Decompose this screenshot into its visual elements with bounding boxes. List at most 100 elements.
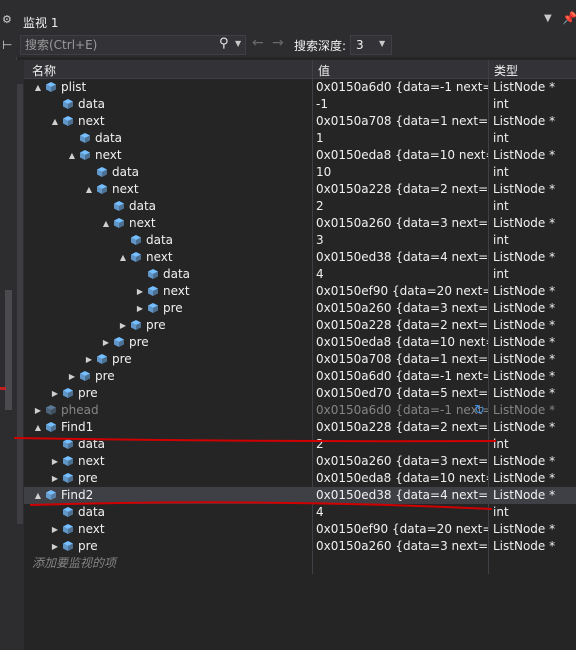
expand-arrow-icon[interactable]: ▶ [83, 351, 95, 368]
arrow-right-icon[interactable]: → [272, 35, 284, 51]
watch-name-cell[interactable]: ▲ next [24, 147, 354, 164]
watch-row[interactable]: data 4 int [24, 504, 576, 521]
watch-row[interactable]: data 4 int [24, 266, 576, 283]
expand-arrow-icon[interactable]: ▶ [49, 521, 61, 538]
watch-value[interactable]: 0x0150a260 {data=3 next=0x01... [316, 300, 488, 317]
watch-row[interactable]: data 1 int [24, 130, 576, 147]
watch-row[interactable]: ▶ pre 0x0150a708 {data=1 next=0x01... ListN… [24, 351, 576, 368]
watch-value[interactable]: 0x0150eda8 {data=10 next=0x... [316, 470, 488, 487]
watch-value[interactable]: 4 [316, 266, 488, 283]
watch-row[interactable]: ▶ pre 0x0150a260 {data=3 next=0x01... ListN… [24, 538, 576, 555]
watch-row[interactable]: ▲ Find2 0x0150ed38 {data=4 next=0x0... List… [24, 487, 576, 504]
watch-value[interactable]: 0x0150ed38 {data=4 next=0x0... [316, 487, 488, 504]
watch-value[interactable]: 0x0150a708 {data=1 next=0x01... [316, 351, 488, 368]
strip-scrollbar[interactable] [5, 290, 12, 410]
watch-value[interactable]: 3 [316, 232, 488, 249]
watch-name-cell[interactable]: ▲ plist [24, 79, 320, 96]
watch-name-cell[interactable]: ▶ pre [24, 385, 337, 402]
watch-row[interactable]: ▲ next 0x0150eda8 {data=10 next=0x... ListN… [24, 147, 576, 164]
watch-value[interactable]: 2 [316, 198, 488, 215]
expand-arrow-icon[interactable]: ▶ [117, 317, 129, 334]
expand-arrow-icon[interactable]: ▶ [134, 300, 146, 317]
expand-arrow-icon[interactable]: ▶ [49, 538, 61, 555]
expand-arrow-icon[interactable]: ▶ [49, 385, 61, 402]
watch-row[interactable]: data 3 int [24, 232, 576, 249]
expand-arrow-icon[interactable]: ▶ [49, 470, 61, 487]
watch-row[interactable]: data 10 int [24, 164, 576, 181]
window-menu-dropdown-icon[interactable]: ▼ [544, 13, 552, 24]
column-header-value[interactable]: 值 [318, 62, 330, 79]
watch-name-cell[interactable]: ▶ next [24, 521, 337, 538]
watch-row[interactable]: ▶ pre 0x0150eda8 {data=10 next=0x... ListNo… [24, 470, 576, 487]
watch-value[interactable]: 0x0150ed38 {data=4 next=0x0... [316, 249, 488, 266]
collapse-arrow-icon[interactable]: ▲ [32, 419, 44, 436]
watch-value[interactable]: 0x0150a6d0 {data=-1 next=... [316, 402, 488, 419]
watch-row[interactable]: ▶ next 0x0150a260 {data=3 next=0x01... List… [24, 453, 576, 470]
watch-row[interactable]: ▶ pre 0x0150a260 {data=3 next=0x01... ListN… [24, 300, 576, 317]
watch-row[interactable]: ▲ plist 0x0150a6d0 {data=-1 next=0x0... Lis… [24, 79, 576, 96]
watch-value[interactable]: 0x0150eda8 {data=10 next=0x... [316, 334, 488, 351]
watch-value[interactable]: 0x0150a260 {data=3 next=0x01... [316, 215, 488, 232]
collapse-arrow-icon[interactable]: ▲ [117, 249, 129, 266]
collapse-arrow-icon[interactable]: ▲ [49, 113, 61, 130]
watch-value[interactable]: 0x0150a260 {data=3 next=0x01... [316, 453, 488, 470]
watch-row[interactable]: ▶ pre 0x0150eda8 {data=10 next=0x... ListNo… [24, 334, 576, 351]
search-options-dropdown-icon[interactable]: ▼ [235, 39, 241, 48]
watch-row[interactable]: ▲ next 0x0150ed38 {data=4 next=0x0... ListN… [24, 249, 576, 266]
watch-name-cell[interactable]: data [24, 436, 337, 453]
collapse-arrow-icon[interactable]: ▲ [32, 79, 44, 96]
watch-name-cell[interactable]: ▲ Find2 [24, 487, 320, 504]
watch-row[interactable]: ▲ Find1 0x0150a228 {data=2 next=0x01... Lis… [24, 419, 576, 436]
watch-value[interactable]: 0x0150a228 {data=2 next=0x01... [316, 419, 488, 436]
watch-value[interactable]: 0x0150ef90 {data=20 next=0x0... [316, 283, 488, 300]
column-header-name[interactable]: 名称 [32, 62, 56, 79]
watch-name-cell[interactable]: data [24, 504, 337, 521]
watch-row[interactable]: ▶ next 0x0150ef90 {data=20 next=0x0... List… [24, 521, 576, 538]
watch-row[interactable]: ▶ pre 0x0150a228 {data=2 next=0x01... ListN… [24, 317, 576, 334]
watch-name-cell[interactable]: ▶ pre [24, 538, 337, 555]
expand-arrow-icon[interactable]: ▶ [66, 368, 78, 385]
split-icon[interactable]: ⊢ [2, 38, 12, 52]
watch-name-cell[interactable]: data [24, 96, 337, 113]
watch-row[interactable]: data -1 int [24, 96, 576, 113]
watch-value[interactable]: 0x0150a708 {data=1 next=0x01... [316, 113, 488, 130]
add-watch-item[interactable]: 添加要监视的项 [24, 555, 576, 572]
watch-value[interactable]: 0x0150a228 {data=2 next=0x01... [316, 181, 488, 198]
collapse-arrow-icon[interactable]: ▲ [100, 215, 112, 232]
watch-value[interactable]: 10 [316, 164, 488, 181]
refresh-icon[interactable]: ↻ [474, 402, 485, 419]
watch-name-cell[interactable]: ▶ next [24, 453, 337, 470]
watch-value[interactable]: 0x0150ed70 {data=5 next=0x0... [316, 385, 488, 402]
expand-arrow-icon[interactable]: ▶ [134, 283, 146, 300]
arrow-left-icon[interactable]: ← [252, 35, 264, 51]
expand-arrow-icon[interactable]: ▶ [49, 453, 61, 470]
watch-value[interactable]: 0x0150ef90 {data=20 next=0x0... [316, 521, 488, 538]
search-input[interactable] [21, 36, 219, 54]
pin-icon[interactable]: 📌 [562, 11, 576, 25]
watch-name-cell[interactable]: ▲ Find1 [24, 419, 320, 436]
column-header-type[interactable]: 类型 [494, 62, 518, 79]
watch-row[interactable]: ▲ next 0x0150a228 {data=2 next=0x01... List… [24, 181, 576, 198]
watch-value[interactable]: 0x0150a260 {data=3 next=0x01... [316, 538, 488, 555]
expand-arrow-icon[interactable]: ▶ [32, 402, 44, 419]
watch-value[interactable]: 0x0150eda8 {data=10 next=0x... [316, 147, 488, 164]
watch-name-cell[interactable]: ▶ pre [24, 470, 337, 487]
watch-scrollbar[interactable] [16, 60, 24, 650]
collapse-arrow-icon[interactable]: ▲ [66, 147, 78, 164]
watch-row[interactable]: ▶ phead 0x0150a6d0 {data=-1 next=... ↻ ListN… [24, 402, 576, 419]
watch-row[interactable]: ▲ next 0x0150a708 {data=1 next=0x01... List… [24, 113, 576, 130]
watch-value[interactable]: 0x0150a228 {data=2 next=0x01... [316, 317, 488, 334]
watch-row[interactable]: ▶ next 0x0150ef90 {data=20 next=0x0... List… [24, 283, 576, 300]
watch-row[interactable]: ▶ pre 0x0150a6d0 {data=-1 next=0x0... ListN… [24, 368, 576, 385]
watch-name-cell[interactable]: ▲ next [24, 113, 337, 130]
watch-name-cell[interactable]: ▶ pre [24, 368, 354, 385]
watch-row[interactable]: data 2 int [24, 198, 576, 215]
watch-row[interactable]: ▶ pre 0x0150ed70 {data=5 next=0x0... ListNo… [24, 385, 576, 402]
watch-row[interactable]: data 2 int [24, 436, 576, 453]
collapse-arrow-icon[interactable]: ▲ [32, 487, 44, 504]
settings-icon[interactable]: ⚙ [2, 13, 12, 26]
expand-arrow-icon[interactable]: ▶ [100, 334, 112, 351]
search-depth-dropdown[interactable]: 3 ▼ [350, 35, 392, 55]
watch-value[interactable]: 0x0150a6d0 {data=-1 next=0x0... [316, 368, 488, 385]
watch-value[interactable]: 2 [316, 436, 488, 453]
